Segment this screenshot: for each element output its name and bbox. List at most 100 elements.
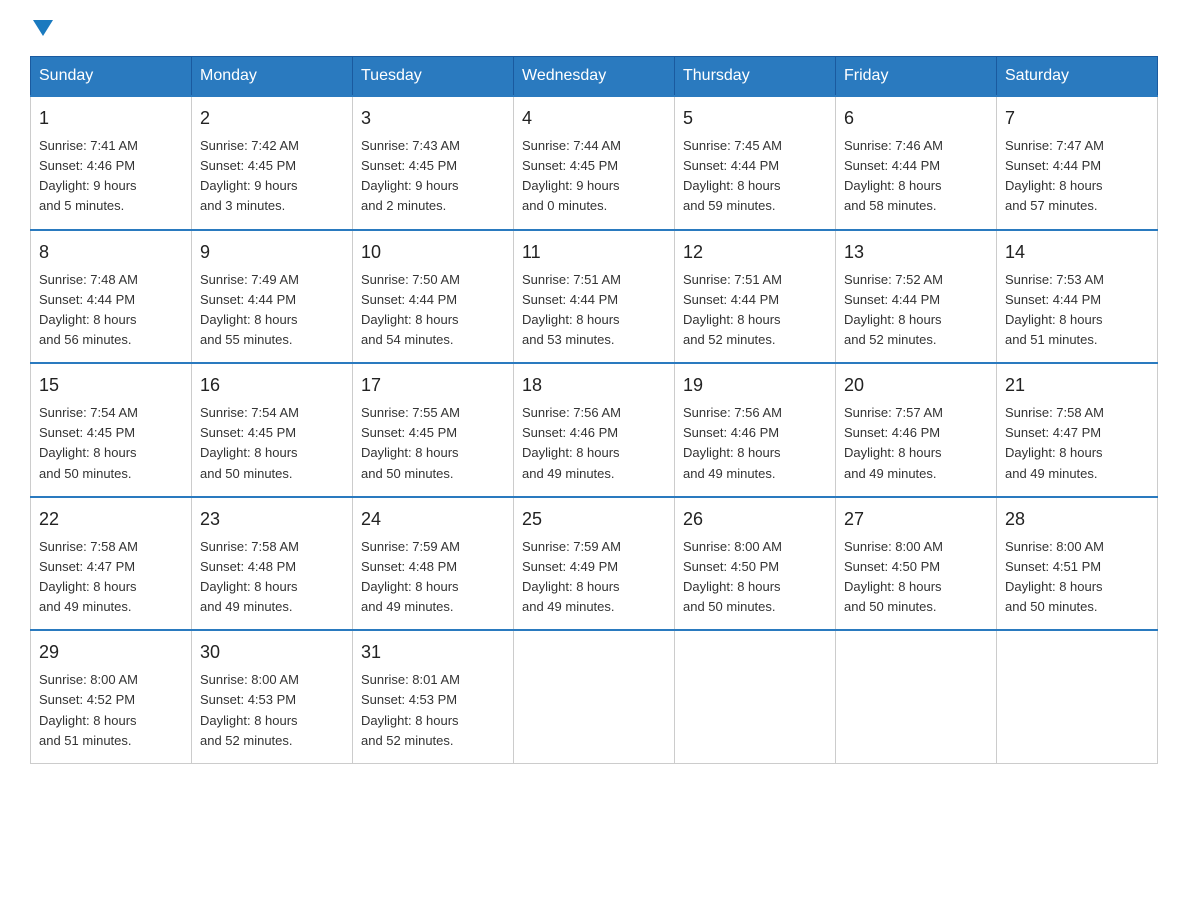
calendar-cell: 26 Sunrise: 8:00 AMSunset: 4:50 PMDayligh… [675,497,836,631]
logo [30,20,56,36]
calendar-week-row: 29 Sunrise: 8:00 AMSunset: 4:52 PMDayligh… [31,630,1158,763]
day-info: Sunrise: 7:51 AMSunset: 4:44 PMDaylight:… [522,270,666,351]
day-info: Sunrise: 7:56 AMSunset: 4:46 PMDaylight:… [683,403,827,484]
day-number: 18 [522,372,666,399]
day-info: Sunrise: 7:54 AMSunset: 4:45 PMDaylight:… [200,403,344,484]
day-number: 4 [522,105,666,132]
calendar-cell: 25 Sunrise: 7:59 AMSunset: 4:49 PMDayligh… [514,497,675,631]
day-info: Sunrise: 7:58 AMSunset: 4:47 PMDaylight:… [1005,403,1149,484]
calendar-cell: 4 Sunrise: 7:44 AMSunset: 4:45 PMDaylight… [514,96,675,230]
day-number: 11 [522,239,666,266]
calendar-cell: 22 Sunrise: 7:58 AMSunset: 4:47 PMDayligh… [31,497,192,631]
day-info: Sunrise: 8:00 AMSunset: 4:51 PMDaylight:… [1005,537,1149,618]
day-number: 3 [361,105,505,132]
calendar-cell: 5 Sunrise: 7:45 AMSunset: 4:44 PMDaylight… [675,96,836,230]
calendar-cell: 14Sunrise: 7:53 AMSunset: 4:44 PMDayligh… [997,230,1158,364]
calendar-cell: 28 Sunrise: 8:00 AMSunset: 4:51 PMDayligh… [997,497,1158,631]
day-info: Sunrise: 7:53 AMSunset: 4:44 PMDaylight:… [1005,270,1149,351]
day-of-week-header: Thursday [675,57,836,97]
calendar-cell [675,630,836,763]
calendar-cell: 17 Sunrise: 7:55 AMSunset: 4:45 PMDayligh… [353,363,514,497]
day-number: 2 [200,105,344,132]
day-info: Sunrise: 7:42 AMSunset: 4:45 PMDaylight:… [200,136,344,217]
day-info: Sunrise: 7:41 AMSunset: 4:46 PMDaylight:… [39,136,183,217]
day-number: 26 [683,506,827,533]
day-number: 16 [200,372,344,399]
day-info: Sunrise: 7:49 AMSunset: 4:44 PMDaylight:… [200,270,344,351]
day-info: Sunrise: 7:47 AMSunset: 4:44 PMDaylight:… [1005,136,1149,217]
day-info: Sunrise: 7:59 AMSunset: 4:49 PMDaylight:… [522,537,666,618]
day-of-week-header: Saturday [997,57,1158,97]
calendar-week-row: 1 Sunrise: 7:41 AMSunset: 4:46 PMDaylight… [31,96,1158,230]
calendar-cell: 7 Sunrise: 7:47 AMSunset: 4:44 PMDaylight… [997,96,1158,230]
day-of-week-header: Monday [192,57,353,97]
calendar-cell: 18 Sunrise: 7:56 AMSunset: 4:46 PMDayligh… [514,363,675,497]
calendar-cell: 3Sunrise: 7:43 AMSunset: 4:45 PMDaylight… [353,96,514,230]
calendar-cell [836,630,997,763]
day-number: 15 [39,372,183,399]
day-info: Sunrise: 7:58 AMSunset: 4:47 PMDaylight:… [39,537,183,618]
day-info: Sunrise: 7:44 AMSunset: 4:45 PMDaylight:… [522,136,666,217]
calendar-cell: 8 Sunrise: 7:48 AMSunset: 4:44 PMDaylight… [31,230,192,364]
day-number: 8 [39,239,183,266]
calendar-cell: 1 Sunrise: 7:41 AMSunset: 4:46 PMDaylight… [31,96,192,230]
calendar-cell: 23 Sunrise: 7:58 AMSunset: 4:48 PMDayligh… [192,497,353,631]
day-info: Sunrise: 7:54 AMSunset: 4:45 PMDaylight:… [39,403,183,484]
calendar-week-row: 8 Sunrise: 7:48 AMSunset: 4:44 PMDaylight… [31,230,1158,364]
day-number: 31 [361,639,505,666]
calendar-cell: 6Sunrise: 7:46 AMSunset: 4:44 PMDaylight… [836,96,997,230]
calendar-week-row: 15 Sunrise: 7:54 AMSunset: 4:45 PMDayligh… [31,363,1158,497]
day-info: Sunrise: 7:55 AMSunset: 4:45 PMDaylight:… [361,403,505,484]
day-number: 19 [683,372,827,399]
day-number: 25 [522,506,666,533]
day-number: 28 [1005,506,1149,533]
calendar-cell: 31 Sunrise: 8:01 AMSunset: 4:53 PMDayligh… [353,630,514,763]
calendar-week-row: 22 Sunrise: 7:58 AMSunset: 4:47 PMDayligh… [31,497,1158,631]
day-info: Sunrise: 8:00 AMSunset: 4:50 PMDaylight:… [844,537,988,618]
calendar-cell: 10Sunrise: 7:50 AMSunset: 4:44 PMDayligh… [353,230,514,364]
day-info: Sunrise: 8:00 AMSunset: 4:53 PMDaylight:… [200,670,344,751]
day-number: 24 [361,506,505,533]
calendar-table: SundayMondayTuesdayWednesdayThursdayFrid… [30,56,1158,764]
calendar-cell: 27 Sunrise: 8:00 AMSunset: 4:50 PMDayligh… [836,497,997,631]
day-number: 1 [39,105,183,132]
day-info: Sunrise: 8:01 AMSunset: 4:53 PMDaylight:… [361,670,505,751]
day-number: 7 [1005,105,1149,132]
day-info: Sunrise: 7:57 AMSunset: 4:46 PMDaylight:… [844,403,988,484]
calendar-cell: 12Sunrise: 7:51 AMSunset: 4:44 PMDayligh… [675,230,836,364]
day-number: 27 [844,506,988,533]
day-info: Sunrise: 7:51 AMSunset: 4:44 PMDaylight:… [683,270,827,351]
day-of-week-header: Friday [836,57,997,97]
day-info: Sunrise: 7:52 AMSunset: 4:44 PMDaylight:… [844,270,988,351]
calendar-cell: 11 Sunrise: 7:51 AMSunset: 4:44 PMDayligh… [514,230,675,364]
day-number: 20 [844,372,988,399]
logo-triangle-icon [33,20,53,36]
calendar-header-row: SundayMondayTuesdayWednesdayThursdayFrid… [31,57,1158,97]
calendar-cell: 2 Sunrise: 7:42 AMSunset: 4:45 PMDaylight… [192,96,353,230]
day-info: Sunrise: 7:59 AMSunset: 4:48 PMDaylight:… [361,537,505,618]
day-number: 17 [361,372,505,399]
calendar-cell: 9 Sunrise: 7:49 AMSunset: 4:44 PMDaylight… [192,230,353,364]
calendar-cell [514,630,675,763]
day-info: Sunrise: 7:58 AMSunset: 4:48 PMDaylight:… [200,537,344,618]
day-info: Sunrise: 7:56 AMSunset: 4:46 PMDaylight:… [522,403,666,484]
day-number: 5 [683,105,827,132]
day-info: Sunrise: 7:48 AMSunset: 4:44 PMDaylight:… [39,270,183,351]
day-number: 22 [39,506,183,533]
calendar-cell: 21 Sunrise: 7:58 AMSunset: 4:47 PMDayligh… [997,363,1158,497]
day-number: 21 [1005,372,1149,399]
calendar-cell: 30Sunrise: 8:00 AMSunset: 4:53 PMDayligh… [192,630,353,763]
calendar-cell [997,630,1158,763]
day-number: 29 [39,639,183,666]
day-info: Sunrise: 7:45 AMSunset: 4:44 PMDaylight:… [683,136,827,217]
day-info: Sunrise: 8:00 AMSunset: 4:50 PMDaylight:… [683,537,827,618]
day-number: 6 [844,105,988,132]
day-number: 23 [200,506,344,533]
page-header [30,20,1158,36]
day-number: 9 [200,239,344,266]
calendar-cell: 15 Sunrise: 7:54 AMSunset: 4:45 PMDayligh… [31,363,192,497]
day-info: Sunrise: 8:00 AMSunset: 4:52 PMDaylight:… [39,670,183,751]
calendar-cell: 29 Sunrise: 8:00 AMSunset: 4:52 PMDayligh… [31,630,192,763]
day-info: Sunrise: 7:50 AMSunset: 4:44 PMDaylight:… [361,270,505,351]
day-number: 13 [844,239,988,266]
